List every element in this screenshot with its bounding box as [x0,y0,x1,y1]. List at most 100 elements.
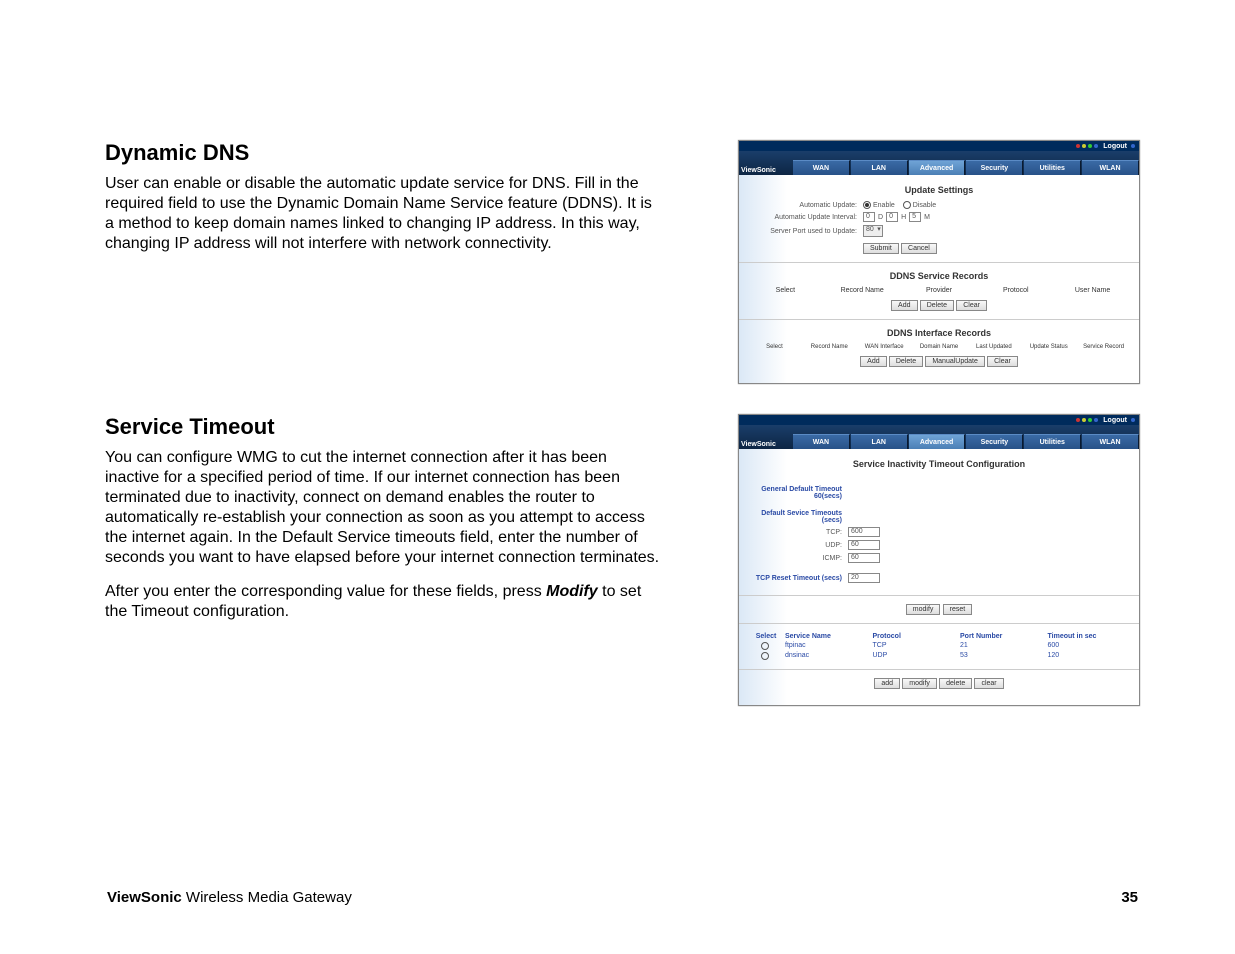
icmp-input[interactable]: 60 [848,553,880,563]
dns-heading: Dynamic DNS [105,140,665,166]
footer-brand: ViewSonic [107,889,182,906]
timeout-paragraph-1: You can configure WMG to cut the interne… [105,448,665,568]
mins-input[interactable]: 5 [909,212,921,222]
update-settings-title: Update Settings [747,185,1131,195]
timeout-heading: Service Timeout [105,414,665,440]
days-input[interactable]: 0 [863,212,875,222]
auto-update-label: Automatic Update: [747,202,863,209]
scol-port: Port Number [956,633,1044,640]
clear-button-2[interactable]: Clear [987,356,1018,367]
row1-proto: TCP [869,642,957,650]
update-settings-screenshot: Logout ViewSonic WAN LAN Advanced Securi… [738,140,1140,384]
footer-product: Wireless Media Gateway [182,889,352,906]
col-protocol: Protocol [977,287,1054,294]
disable-radio[interactable] [903,201,911,209]
enable-radio[interactable] [863,201,871,209]
tab-lan[interactable]: LAN [851,160,908,175]
row1-radio[interactable] [761,642,769,650]
reset-button[interactable]: reset [943,604,973,615]
port-label: Server Port used to Update: [747,228,863,235]
page-footer: ViewSonic Wireless Media Gateway 35 [105,889,1140,914]
logout-link-2[interactable]: Logout [1103,417,1127,424]
col2-wan: WAN Interface [857,344,912,350]
col-provider: Provider [901,287,978,294]
days-unit: D [878,214,883,221]
tab2-wlan[interactable]: WLAN [1082,434,1139,449]
add-button[interactable]: Add [891,300,917,311]
col2-record: Record Name [802,344,857,350]
scol-timeout: Timeout in sec [1044,633,1132,640]
tab2-utilities[interactable]: Utilities [1024,434,1081,449]
main-tabs: WAN LAN Advanced Security Utilities WLAN [793,160,1139,175]
modify-button[interactable]: modify [906,604,941,615]
tab2-security[interactable]: Security [966,434,1023,449]
tcp-reset-input[interactable]: 20 [848,573,880,583]
add-button-3[interactable]: add [874,678,900,689]
delete-button-2[interactable]: Delete [889,356,923,367]
disable-label: Disable [913,202,936,209]
manual-update-button[interactable]: ManualUpdate [925,356,985,367]
tab-utilities[interactable]: Utilities [1024,160,1081,175]
row1-name: ftpinac [781,642,869,650]
default-service-label: Default Sevice Timeouts (secs) [747,510,848,524]
udp-input[interactable]: 60 [848,540,880,550]
add-button-2[interactable]: Add [860,356,886,367]
port-select[interactable]: 80 [863,225,883,237]
tab2-advanced[interactable]: Advanced [909,434,966,449]
modify-button-2[interactable]: modify [902,678,937,689]
main-tabs-2: WAN LAN Advanced Security Utilities WLAN [793,434,1139,449]
tab-wan[interactable]: WAN [793,160,850,175]
timeout-text-block: Service Timeout You can configure WMG to… [105,414,665,706]
icmp-label: ICMP: [747,555,848,562]
udp-label: UDP: [747,542,848,549]
tab2-lan[interactable]: LAN [851,434,908,449]
scol-select: Select [747,633,781,640]
tab-security[interactable]: Security [966,160,1023,175]
row2-port: 53 [956,652,1044,660]
col2-domain: Domain Name [912,344,967,350]
clear-button-3[interactable]: clear [974,678,1003,689]
service-timeout-screenshot: Logout ViewSonic WAN LAN Advanced Securi… [738,414,1140,706]
p2-bold: Modify [546,583,598,600]
logo: ViewSonic [741,167,776,174]
hours-input[interactable]: 0 [886,212,898,222]
col-select: Select [747,287,824,294]
table-row: dnsinac UDP 53 120 [747,651,1131,661]
col-username: User Name [1054,287,1131,294]
col2-last: Last Updated [966,344,1021,350]
hours-unit: H [901,214,906,221]
scol-proto: Protocol [869,633,957,640]
logo-2: ViewSonic [741,441,776,448]
cancel-button[interactable]: Cancel [901,243,937,254]
tab2-wan[interactable]: WAN [793,434,850,449]
ddns-service-records-title: DDNS Service Records [747,271,1131,281]
dns-paragraph: User can enable or disable the automatic… [105,174,665,254]
page-number: 35 [1121,889,1138,906]
service-table-header: Select Service Name Protocol Port Number… [747,632,1131,641]
timeout-paragraph-2: After you enter the corresponding value … [105,582,665,622]
row2-timeout: 120 [1044,652,1132,660]
col2-select: Select [747,344,802,350]
dns-text-block: Dynamic DNS User can enable or disable t… [105,140,665,384]
submit-button[interactable]: Submit [863,243,899,254]
delete-button-3[interactable]: delete [939,678,972,689]
row2-radio[interactable] [761,652,769,660]
row1-timeout: 600 [1044,642,1132,650]
clear-button[interactable]: Clear [956,300,987,311]
service-records-header: Select Record Name Provider Protocol Use… [747,287,1131,294]
p2-pre: After you enter the corresponding value … [105,583,546,600]
table-row: ftpinac TCP 21 600 [747,641,1131,651]
logout-link[interactable]: Logout [1103,143,1127,150]
ddns-interface-records-title: DDNS Interface Records [747,328,1131,338]
row2-proto: UDP [869,652,957,660]
tcp-label: TCP: [747,529,848,536]
delete-button[interactable]: Delete [920,300,954,311]
tcp-input[interactable]: 600 [848,527,880,537]
tab-wlan[interactable]: WLAN [1082,160,1139,175]
scol-name: Service Name [781,633,869,640]
col2-status: Update Status [1021,344,1076,350]
col2-service: Service Record [1076,344,1131,350]
tab-advanced[interactable]: Advanced [909,160,966,175]
enable-label: Enable [873,202,895,209]
interval-label: Automatic Update Interval: [747,214,863,221]
